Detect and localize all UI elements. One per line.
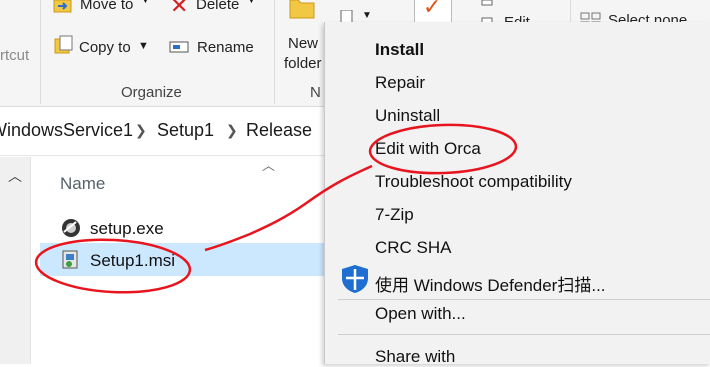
rename-icon [169, 41, 189, 53]
shortcut-label: rtcut [0, 47, 30, 64]
move-to-button[interactable]: Move to ▼ [52, 0, 152, 18]
menu-item-crc-sha[interactable]: CRC SHA [375, 238, 452, 258]
column-header-name[interactable]: Name [60, 174, 105, 194]
chevron-down-icon: ▼ [246, 0, 257, 6]
menu-item-troubleshoot-compatibility[interactable]: Troubleshoot compatibility [375, 172, 572, 192]
menu-item-edit-with-orca[interactable]: Edit with Orca [375, 139, 481, 159]
sort-ascending-icon: ︿ [262, 158, 276, 173]
menu-item-repair[interactable]: Repair [375, 73, 425, 93]
organize-group-label: Organize [121, 84, 182, 101]
delete-x-icon: ✕ [170, 0, 189, 18]
copy-to-label: Copy to [79, 39, 131, 56]
file-name: setup.exe [90, 219, 164, 238]
new-folder-button[interactable]: New folder [282, 0, 326, 78]
menu-item-uninstall[interactable]: Uninstall [375, 106, 440, 126]
menu-separator [338, 334, 710, 335]
breadcrumb-item[interactable]: WindowsService1 [0, 120, 133, 141]
copy-to-icon [54, 35, 73, 54]
scroll-up-arrow-icon[interactable]: ︿ [8, 166, 22, 186]
ribbon-separator [274, 0, 275, 104]
breadcrumb-item[interactable]: Setup1 [157, 120, 214, 141]
chevron-down-icon: ▼ [362, 10, 372, 21]
move-to-label: Move to [80, 0, 134, 13]
copy-to-button[interactable]: Copy to ▼ [52, 34, 152, 60]
windows-defender-shield-icon [342, 265, 368, 293]
delete-label: Delete [196, 0, 240, 13]
new-group-label: N [310, 84, 321, 101]
file-row[interactable]: setup.exe [40, 213, 326, 243]
check-icon: ✓ [423, 0, 442, 19]
rename-label: Rename [197, 39, 254, 56]
new-folder-icon [289, 0, 315, 19]
file-row-selected[interactable]: Setup1.msi [40, 243, 326, 276]
ribbon-separator [40, 0, 41, 104]
breadcrumb-chevron-icon[interactable]: ❯ [226, 122, 238, 139]
breadcrumb-item[interactable]: Release [246, 120, 312, 141]
file-name: Setup1.msi [90, 251, 176, 270]
msi-installer-icon [62, 250, 78, 269]
new-folder-label-line2: folder [284, 55, 322, 72]
setup-exe-icon [62, 219, 80, 237]
menu-item-7zip[interactable]: 7-Zip [375, 205, 414, 225]
edit-top-icon [481, 0, 493, 6]
menu-item-share-with[interactable]: Share with [375, 347, 455, 367]
menu-item-install[interactable]: Install [375, 40, 424, 60]
menu-item-windows-defender-scan[interactable]: 使用 Windows Defender扫描... [375, 271, 606, 296]
delete-button[interactable]: ✕ Delete ▼ [170, 0, 260, 18]
chevron-down-icon: ▼ [138, 40, 149, 52]
menu-separator [338, 299, 710, 300]
navigation-pane [0, 157, 31, 364]
chevron-down-icon: ▼ [140, 0, 151, 6]
breadcrumb-chevron-icon[interactable]: ❯ [135, 122, 147, 139]
move-to-icon [53, 0, 72, 13]
menu-item-open-with[interactable]: Open with... [375, 304, 466, 324]
rename-button[interactable]: Rename [168, 34, 258, 60]
new-folder-label-line1: New [288, 35, 319, 52]
